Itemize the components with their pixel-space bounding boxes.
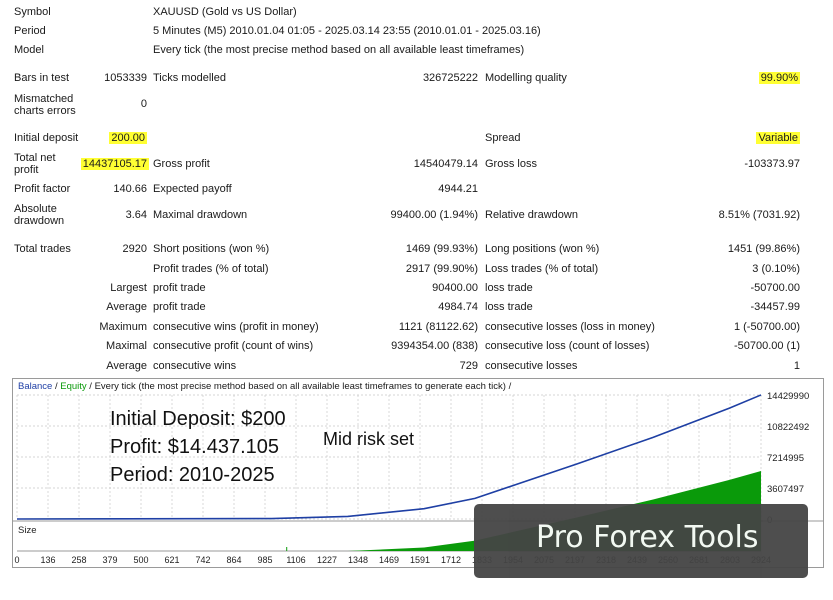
expectedpayoff-value: 4944.21 xyxy=(438,183,478,195)
overlay-period: Period: 2010-2025 xyxy=(110,464,275,486)
losstrades-label: Loss trades (% of total) xyxy=(485,263,599,275)
x-tick-label: 864 xyxy=(226,555,241,565)
x-tick-label: 1348 xyxy=(348,555,368,565)
max-consec-wins-value: 1121 (81122.62) xyxy=(398,321,478,333)
spread-label: Spread xyxy=(485,132,521,144)
symbol-label: Symbol xyxy=(14,6,51,18)
x-tick-label: 1227 xyxy=(317,555,337,565)
long-value: 1451 (99.86%) xyxy=(727,243,800,255)
largest-loss-label: loss trade xyxy=(485,282,533,294)
x-tick-label: 621 xyxy=(164,555,179,565)
average2-label: Average xyxy=(106,360,147,372)
period-label: Period xyxy=(14,25,46,37)
average-loss-value: -34457.99 xyxy=(750,301,800,313)
mismatched-label: Mismatched charts errors xyxy=(14,93,76,117)
model-label: Model xyxy=(14,44,44,56)
quality-value: 99.90% xyxy=(758,72,800,84)
symbol-value: XAUUSD (Gold vs US Dollar) xyxy=(153,6,297,18)
spread-value: Variable xyxy=(756,132,800,144)
grossloss-label: Gross loss xyxy=(485,158,537,170)
deposit-value: 200.00 xyxy=(109,132,147,144)
maximal-consec-loss-value: -50700.00 (1) xyxy=(733,340,800,352)
losstrades-value: 3 (0.10%) xyxy=(752,263,800,275)
maximum-label: Maximum xyxy=(99,321,147,333)
x-tick-label: 1591 xyxy=(410,555,430,565)
x-tick-label: 985 xyxy=(257,555,272,565)
maximal-consec-profit-value: 9394354.00 (838) xyxy=(391,340,478,352)
short-value: 1469 (99.93%) xyxy=(405,243,478,255)
x-tick-label: 1712 xyxy=(441,555,461,565)
profitfactor-value: 140.66 xyxy=(113,183,147,195)
max-consec-wins-label: consecutive wins (profit in money) xyxy=(153,321,319,333)
largest-profit-label: profit trade xyxy=(153,282,206,294)
reldd-value: 8.51% (7031.92) xyxy=(718,209,800,221)
absdd-label: Absolute drawdown xyxy=(14,203,65,227)
overlay-initial-deposit: Initial Deposit: $200 xyxy=(110,408,286,430)
long-label: Long positions (won %) xyxy=(485,243,600,255)
short-label: Short positions (won %) xyxy=(153,243,270,255)
avg-consec-wins-label: consecutive wins xyxy=(153,360,237,372)
average-loss-label: loss trade xyxy=(485,301,533,313)
avg-consec-wins-value: 729 xyxy=(459,360,478,372)
x-tick-label: 258 xyxy=(71,555,86,565)
x-tick-label: 742 xyxy=(195,555,210,565)
brand-watermark: Pro Forex Tools xyxy=(474,504,808,578)
largest-loss-value: -50700.00 xyxy=(750,282,800,294)
period-value: 5 Minutes (M5) 2010.01.04 01:05 - 2025.0… xyxy=(153,25,541,37)
y-tick-label: 3607497 xyxy=(767,484,804,495)
expectedpayoff-label: Expected payoff xyxy=(153,183,232,195)
trades-label: Total trades xyxy=(14,243,71,255)
largest-profit-value: 90400.00 xyxy=(432,282,478,294)
avg-consec-losses-label: consecutive losses xyxy=(485,360,578,372)
grossprofit-label: Gross profit xyxy=(153,158,210,170)
x-tick-label: 0 xyxy=(14,555,19,565)
avg-consec-losses-value: 1 xyxy=(793,360,800,372)
average-profit-value: 4984.74 xyxy=(438,301,478,313)
profittrades-label: Profit trades (% of total) xyxy=(153,263,269,275)
largest-label: Largest xyxy=(110,282,147,294)
maxdd-value: 99400.00 (1.94%) xyxy=(390,209,478,221)
overlay-risk: Mid risk set xyxy=(323,429,415,449)
model-value: Every tick (the most precise method base… xyxy=(153,44,525,56)
x-tick-label: 379 xyxy=(102,555,117,565)
absdd-value: 3.64 xyxy=(125,209,147,221)
max-consec-losses-label: consecutive losses (loss in money) xyxy=(485,321,655,333)
profitfactor-label: Profit factor xyxy=(14,183,71,195)
average-profit-label: profit trade xyxy=(153,301,206,313)
netprofit-label: Total net profit xyxy=(14,152,56,176)
bars-label: Bars in test xyxy=(14,72,70,84)
trades-value: 2920 xyxy=(122,243,147,255)
x-tick-label: 136 xyxy=(40,555,55,565)
deposit-label: Initial deposit xyxy=(14,132,79,144)
y-tick-label: 10822492 xyxy=(767,422,809,433)
max-consec-losses-value: 1 (-50700.00) xyxy=(733,321,800,333)
grossloss-value: -103373.97 xyxy=(744,158,800,170)
grossprofit-value: 14540479.14 xyxy=(413,158,478,170)
y-tick-label: 14429990 xyxy=(767,391,809,402)
y-tick-label: 7214995 xyxy=(767,453,804,464)
quality-label: Modelling quality xyxy=(485,72,567,84)
average-label: Average xyxy=(106,301,147,313)
brand-text: Pro Forex Tools xyxy=(536,520,759,555)
size-label: Size xyxy=(18,525,36,536)
ticks-value: 326725222 xyxy=(422,72,478,84)
maximal-consec-loss-label: consecutive loss (count of losses) xyxy=(485,340,650,352)
reldd-label: Relative drawdown xyxy=(485,209,578,221)
bars-value: 1053339 xyxy=(104,72,147,84)
ticks-label: Ticks modelled xyxy=(153,72,226,84)
maximal-label: Maximal xyxy=(106,340,147,352)
mismatched-value: 0 xyxy=(140,98,147,110)
maximal-consec-profit-label: consecutive profit (count of wins) xyxy=(153,340,314,352)
x-tick-label: 1106 xyxy=(286,555,305,565)
profittrades-value: 2917 (99.90%) xyxy=(405,263,478,275)
x-tick-label: 500 xyxy=(133,555,148,565)
maxdd-label: Maximal drawdown xyxy=(153,209,248,221)
overlay-profit: Profit: $14.437.105 xyxy=(110,436,280,458)
x-tick-label: 1469 xyxy=(379,555,399,565)
netprofit-value: 14437105.17 xyxy=(80,158,149,170)
